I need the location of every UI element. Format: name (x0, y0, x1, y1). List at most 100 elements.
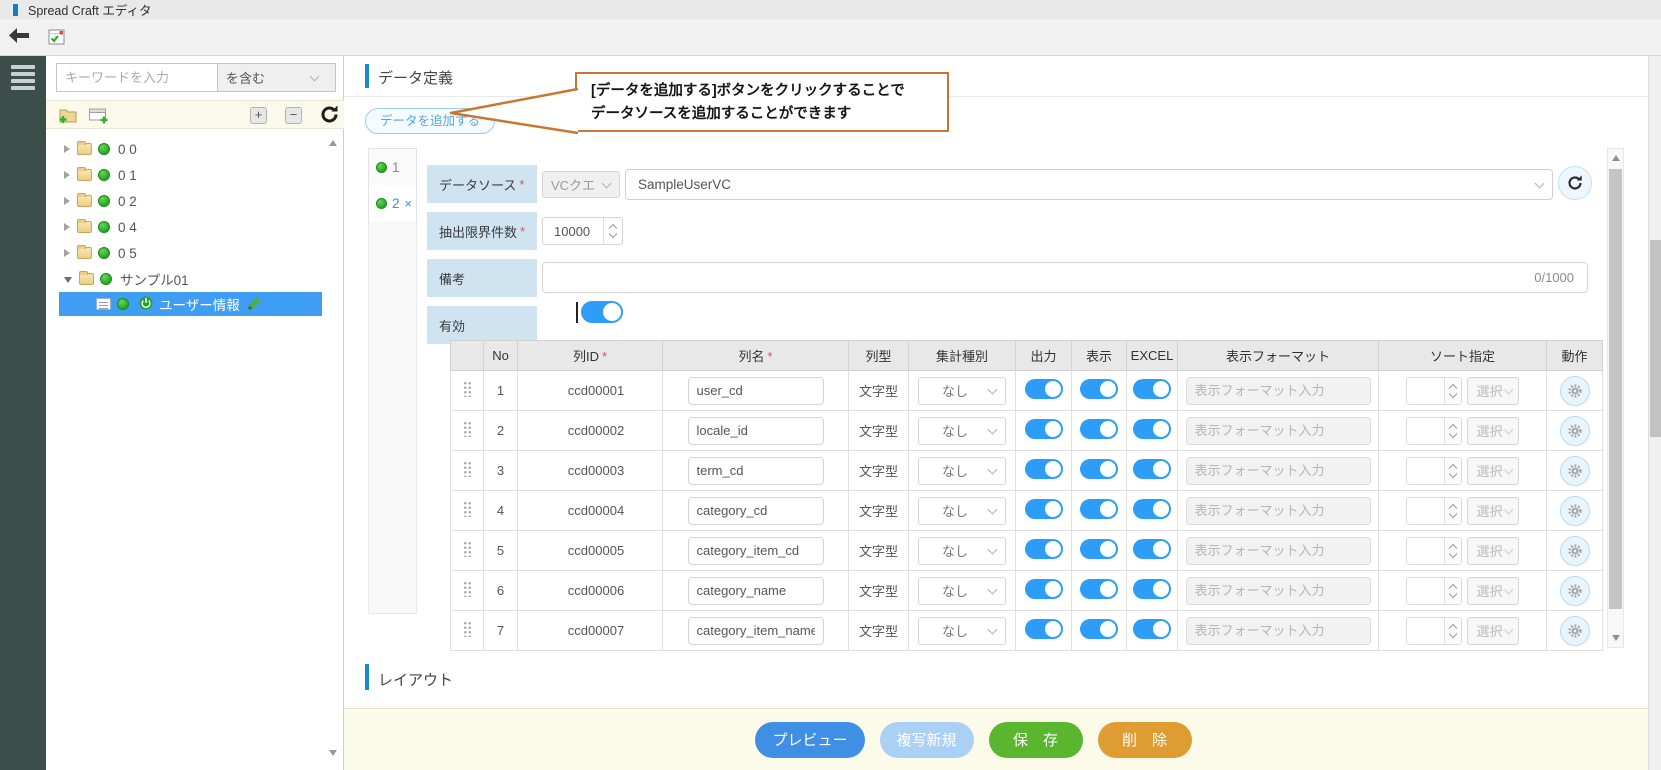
content-scrollbar[interactable] (1607, 148, 1624, 648)
aggregation-select[interactable]: なし (918, 617, 1006, 645)
aggregation-select[interactable]: なし (918, 577, 1006, 605)
action-gear-button[interactable] (1560, 616, 1590, 646)
scrollbar-thumb[interactable] (1609, 169, 1622, 609)
output-toggle[interactable] (1025, 619, 1063, 639)
sort-select[interactable]: 選択 (1467, 457, 1519, 485)
scroll-down-arrow[interactable] (1612, 635, 1620, 641)
aggregation-select[interactable]: なし (918, 497, 1006, 525)
excel-toggle[interactable] (1133, 419, 1171, 439)
sheet-document-button[interactable] (48, 29, 65, 45)
format-input[interactable] (1186, 417, 1371, 445)
action-gear-button[interactable] (1560, 496, 1590, 526)
sort-select[interactable]: 選択 (1467, 617, 1519, 645)
spinner-down-icon[interactable] (1449, 389, 1457, 397)
display-toggle[interactable] (1080, 539, 1118, 559)
tree-folder-row[interactable]: 0 1 (46, 162, 344, 188)
format-input[interactable] (1186, 497, 1371, 525)
window-scrollbar[interactable] (1648, 56, 1661, 770)
limit-spinner[interactable] (603, 218, 622, 244)
drag-handle[interactable] (463, 581, 472, 597)
expand-all-button[interactable]: + (250, 107, 267, 124)
drag-handle[interactable] (463, 461, 472, 477)
sort-order-input[interactable] (1406, 457, 1462, 485)
sort-order-input[interactable] (1406, 417, 1462, 445)
edit-pencil-icon[interactable] (247, 295, 263, 314)
output-toggle[interactable] (1025, 539, 1063, 559)
column-name-input[interactable] (688, 457, 824, 485)
aggregation-select[interactable]: なし (918, 377, 1006, 405)
sort-spinner[interactable] (1444, 498, 1461, 524)
sort-spinner[interactable] (1444, 618, 1461, 644)
spinner-down-icon[interactable] (1449, 509, 1457, 517)
refresh-tree-button[interactable] (320, 105, 339, 129)
display-toggle[interactable] (1080, 459, 1118, 479)
column-name-input[interactable] (688, 497, 824, 525)
spinner-down-icon[interactable] (609, 230, 617, 238)
back-button[interactable] (9, 28, 31, 46)
excel-toggle[interactable] (1133, 459, 1171, 479)
footer-button[interactable]: プレビュー (755, 722, 864, 758)
collapse-all-button[interactable]: − (285, 107, 302, 124)
sort-spinner[interactable] (1444, 418, 1461, 444)
sort-order-input[interactable] (1406, 617, 1462, 645)
tab-datasource-2[interactable]: 2 × (368, 185, 417, 223)
aggregation-select[interactable]: なし (918, 457, 1006, 485)
scroll-down-arrow[interactable] (329, 750, 337, 756)
caret-right-icon[interactable] (64, 171, 70, 179)
display-toggle[interactable] (1080, 419, 1118, 439)
format-input[interactable] (1186, 377, 1371, 405)
sort-order-input[interactable] (1406, 537, 1462, 565)
format-input[interactable] (1186, 577, 1371, 605)
tree-folder-row[interactable]: 0 4 (46, 214, 344, 240)
display-toggle[interactable] (1080, 619, 1118, 639)
drag-handle[interactable] (463, 541, 472, 557)
sort-select[interactable]: 選択 (1467, 417, 1519, 445)
column-name-input[interactable] (688, 377, 824, 405)
refresh-datasource-button[interactable] (1558, 166, 1592, 200)
sort-spinner[interactable] (1444, 378, 1461, 404)
action-gear-button[interactable] (1560, 576, 1590, 606)
drag-handle[interactable] (463, 381, 472, 397)
spinner-down-icon[interactable] (1449, 429, 1457, 437)
output-toggle[interactable] (1025, 579, 1063, 599)
datasource-name-combobox[interactable]: SampleUserVC (625, 169, 1553, 200)
format-input[interactable] (1186, 537, 1371, 565)
sort-order-input[interactable] (1406, 497, 1462, 525)
caret-down-icon[interactable] (64, 277, 72, 283)
sort-order-input[interactable] (1406, 377, 1462, 405)
menu-icon[interactable] (11, 65, 35, 91)
scroll-up-arrow[interactable] (329, 140, 337, 146)
spinner-down-icon[interactable] (1449, 629, 1457, 637)
drag-handle[interactable] (463, 421, 472, 437)
sort-select[interactable]: 選択 (1467, 377, 1519, 405)
action-gear-button[interactable] (1560, 456, 1590, 486)
tree-item-selected[interactable]: ユーザー情報 (59, 292, 322, 316)
format-input[interactable] (1186, 617, 1371, 645)
tab-datasource-1[interactable]: 1 (368, 148, 417, 186)
sort-select[interactable]: 選択 (1467, 537, 1519, 565)
display-toggle[interactable] (1080, 499, 1118, 519)
tree-folder-row[interactable]: 0 2 (46, 188, 344, 214)
output-toggle[interactable] (1025, 379, 1063, 399)
note-input[interactable] (543, 270, 1534, 285)
caret-right-icon[interactable] (64, 249, 70, 257)
footer-button[interactable]: 削 除 (1098, 722, 1192, 758)
footer-button[interactable]: 保 存 (989, 722, 1083, 758)
column-name-input[interactable] (688, 537, 824, 565)
scroll-up-arrow[interactable] (1612, 155, 1620, 161)
column-name-input[interactable] (688, 617, 824, 645)
column-name-input[interactable] (688, 417, 824, 445)
caret-right-icon[interactable] (64, 223, 70, 231)
spinner-down-icon[interactable] (1449, 469, 1457, 477)
column-name-input[interactable] (688, 577, 824, 605)
tab-close-icon[interactable]: × (405, 196, 413, 211)
sort-spinner[interactable] (1444, 578, 1461, 604)
footer-button[interactable]: 複写新規 (880, 722, 974, 758)
search-input[interactable] (56, 63, 217, 92)
excel-toggle[interactable] (1133, 579, 1171, 599)
display-toggle[interactable] (1080, 579, 1118, 599)
output-toggle[interactable] (1025, 419, 1063, 439)
scrollbar-thumb[interactable] (1650, 240, 1661, 437)
format-input[interactable] (1186, 457, 1371, 485)
limit-input[interactable] (543, 218, 603, 244)
